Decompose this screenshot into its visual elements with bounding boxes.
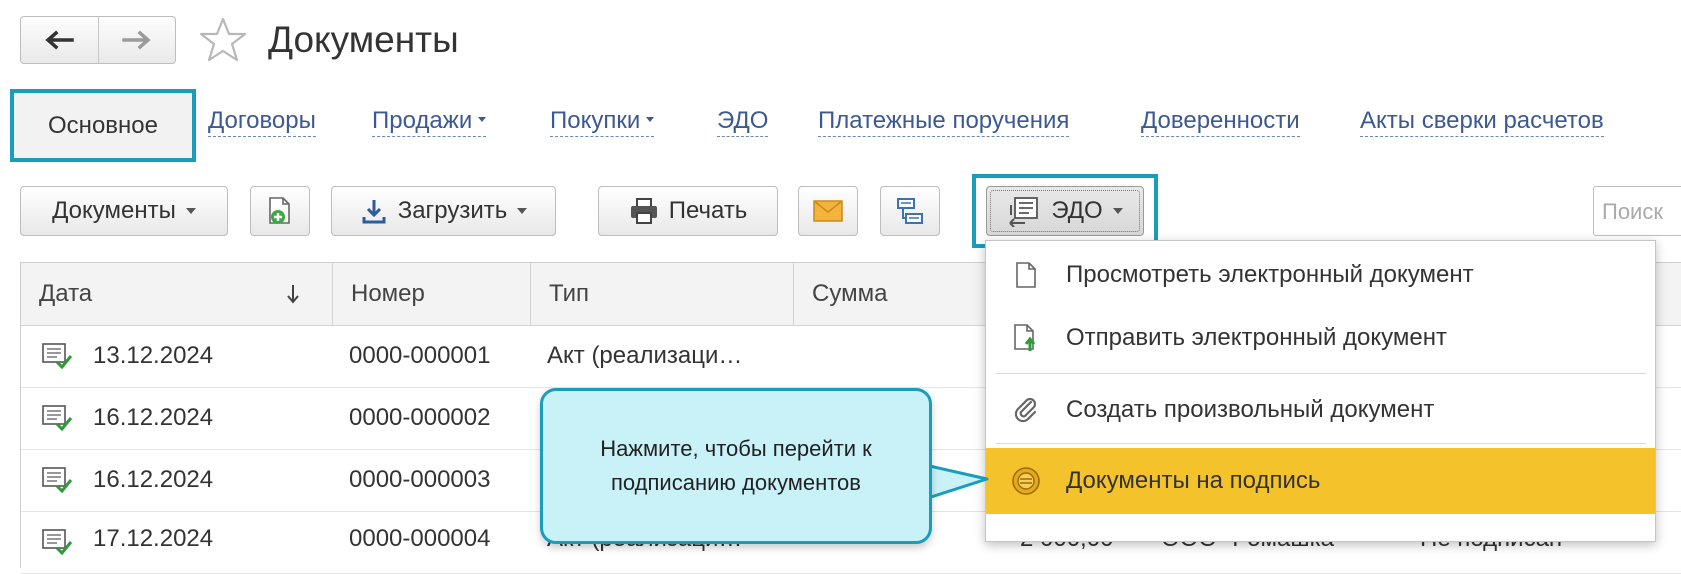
cell-number: 0000-000002 bbox=[349, 404, 491, 431]
tab-main-label: Основное bbox=[48, 111, 158, 139]
menu-separator bbox=[996, 443, 1646, 444]
link-payment-orders[interactable]: Платежные поручения bbox=[818, 106, 1070, 137]
link-edo[interactable]: ЭДО bbox=[717, 106, 769, 137]
documents-menu-button[interactable]: Документы bbox=[20, 186, 228, 236]
chevron-down-icon bbox=[1112, 208, 1123, 214]
chevron-down-icon bbox=[185, 208, 196, 214]
posted-document-icon bbox=[42, 405, 72, 431]
tab-main[interactable]: Основное bbox=[10, 89, 196, 162]
edo-menu-button[interactable]: ЭДО bbox=[986, 186, 1144, 236]
callout-pointer bbox=[925, 463, 989, 501]
download-icon bbox=[362, 200, 386, 224]
search-input[interactable]: Поиск bbox=[1593, 186, 1681, 236]
cell-type: Акт (реализаци… bbox=[547, 342, 743, 369]
link-contracts[interactable]: Договоры bbox=[208, 106, 316, 137]
paperclip-icon bbox=[1014, 397, 1037, 423]
structure-button[interactable] bbox=[880, 186, 940, 236]
cell-date: 16.12.2024 bbox=[93, 404, 214, 431]
arrow-right-icon bbox=[122, 30, 151, 50]
posted-document-icon bbox=[42, 343, 72, 369]
caret-down-icon bbox=[478, 117, 487, 123]
hierarchy-icon bbox=[897, 198, 923, 224]
document-send-icon bbox=[1014, 324, 1036, 351]
link-purchases[interactable]: Покупки bbox=[550, 106, 655, 137]
navigation-buttons bbox=[20, 16, 176, 64]
posted-document-icon bbox=[42, 467, 72, 493]
cell-number: 0000-000001 bbox=[349, 342, 491, 369]
hint-callout: Нажмите, чтобы перейти к подписанию доку… bbox=[540, 388, 932, 544]
signature-stack-icon bbox=[1012, 467, 1040, 495]
menu-separator bbox=[996, 373, 1646, 374]
create-document-button[interactable] bbox=[250, 186, 310, 236]
cell-number: 0000-000003 bbox=[349, 466, 491, 493]
cell-date: 13.12.2024 bbox=[93, 342, 214, 369]
arrow-left-icon bbox=[45, 30, 74, 50]
email-button[interactable] bbox=[798, 186, 858, 236]
back-button[interactable] bbox=[21, 17, 98, 63]
menu-item-view-e-document[interactable]: Просмотреть электронный документ bbox=[986, 242, 1655, 308]
printer-icon bbox=[630, 198, 657, 224]
envelope-icon bbox=[813, 200, 843, 222]
add-document-icon bbox=[269, 197, 290, 224]
cell-date: 17.12.2024 bbox=[93, 525, 214, 552]
chevron-down-icon bbox=[517, 208, 528, 214]
column-header-number[interactable]: Номер bbox=[333, 263, 531, 325]
menu-item-documents-to-sign[interactable]: Документы на подпись bbox=[986, 448, 1655, 514]
link-sales[interactable]: Продажи bbox=[372, 106, 487, 137]
page-title: Документы bbox=[268, 19, 459, 60]
cell-number: 0000-000004 bbox=[349, 525, 491, 552]
forward-button[interactable] bbox=[97, 17, 176, 63]
link-powers-of-attorney[interactable]: Доверенности bbox=[1141, 106, 1300, 137]
column-header-type[interactable]: Тип bbox=[531, 263, 794, 325]
document-icon bbox=[1016, 262, 1036, 288]
edo-exchange-icon bbox=[1009, 197, 1039, 227]
sort-descending-icon bbox=[287, 285, 299, 304]
posted-document-icon bbox=[42, 529, 72, 555]
link-reconciliation-acts[interactable]: Акты сверки расчетов bbox=[1360, 106, 1604, 137]
load-button[interactable]: Загрузить bbox=[331, 186, 556, 236]
print-button[interactable]: Печать bbox=[598, 186, 778, 236]
cell-date: 16.12.2024 bbox=[93, 466, 214, 493]
menu-item-send-e-document[interactable]: Отправить электронный документ bbox=[986, 305, 1655, 371]
caret-down-icon bbox=[646, 117, 655, 123]
menu-item-create-custom-document[interactable]: Создать произвольный документ bbox=[986, 377, 1655, 443]
star-outline-icon[interactable] bbox=[198, 16, 248, 64]
column-header-sum[interactable]: Сумма bbox=[794, 263, 994, 325]
